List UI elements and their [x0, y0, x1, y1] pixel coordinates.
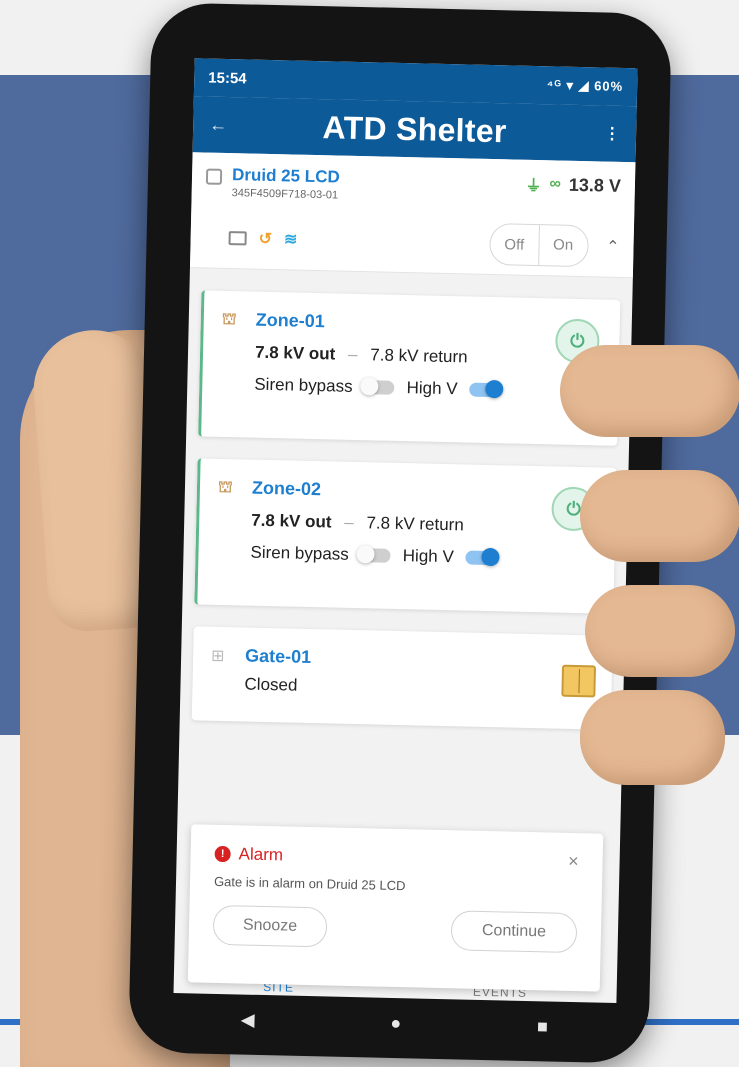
hand-finger — [580, 690, 725, 785]
gate-status: Closed — [244, 674, 298, 695]
siren-bypass-toggle[interactable] — [364, 380, 395, 395]
history-icon: ↺ — [258, 230, 273, 249]
high-voltage-label: High V — [406, 378, 458, 399]
hand-finger — [560, 345, 739, 437]
hand-finger — [580, 470, 739, 562]
fence-icon: ⛫ — [217, 478, 233, 496]
device-serial: 345F4509F718-03-01 — [231, 187, 339, 202]
fence-icon: ⛫ — [221, 310, 237, 328]
on-button[interactable]: On — [537, 224, 588, 268]
gate-closed-icon — [561, 664, 597, 698]
device-voltage: 13.8 V — [568, 174, 622, 196]
gate-outline-icon: ⊞ — [210, 647, 225, 665]
app-title: ATD Shelter — [322, 108, 508, 149]
high-voltage-toggle[interactable] — [469, 382, 500, 398]
off-button[interactable]: Off — [490, 235, 538, 253]
app-bar: ← ATD Shelter ⋮ — [192, 96, 637, 163]
status-icons: ⁴ᴳ ▾ ◢ 60% — [546, 77, 624, 94]
high-voltage-toggle[interactable] — [465, 550, 496, 566]
zone-list: ⛫ Zone-01 ⏻ 7.8 kV out – 7.8 kV return S… — [180, 268, 633, 730]
alarm-message: Gate is in alarm on Druid 25 LCD — [213, 873, 406, 894]
device-panel: Druid 25 LCD 345F4509F718-03-01 ⏚ ∞ 13.8… — [189, 152, 636, 279]
more-menu-icon[interactable]: ⋮ — [600, 123, 620, 143]
chevron-up-icon[interactable]: ⌃ — [606, 237, 620, 257]
plug-icon: ⏚ — [525, 177, 542, 196]
siren-bypass-label: Siren bypass — [250, 542, 349, 564]
zone-name[interactable]: Zone-02 — [252, 478, 321, 501]
controller-chip-icon — [205, 168, 223, 185]
hand-finger — [585, 585, 735, 677]
nav-home-icon[interactable]: ● — [390, 1012, 401, 1033]
wifi-icon: ≋ — [283, 231, 298, 249]
voltage-separator: – — [347, 344, 358, 364]
power-segmented-control[interactable]: Off On — [488, 222, 589, 268]
zone-name[interactable]: Zone-01 — [256, 310, 325, 333]
android-nav-bar: ◀ ● ■ — [172, 993, 616, 1053]
monitor-icon — [228, 231, 247, 246]
gate-card[interactable]: ⊞ Gate-01 Closed — [191, 626, 613, 730]
nav-recents-icon[interactable]: ■ — [537, 1016, 548, 1037]
zone-card[interactable]: ⛫ Zone-01 ⏻ 7.8 kV out – 7.8 kV return S… — [198, 290, 621, 446]
gate-name[interactable]: Gate-01 — [245, 646, 311, 668]
continue-button[interactable]: Continue — [450, 910, 578, 954]
nav-back-icon[interactable]: ◀ — [241, 1009, 255, 1030]
alert-icon: ! — [214, 845, 231, 862]
status-time: 15:54 — [208, 69, 247, 87]
high-voltage-label: High V — [402, 546, 455, 567]
link-icon: ∞ — [549, 175, 562, 193]
zone-return-voltage: 7.8 kV return — [370, 345, 468, 367]
zone-output-voltage: 7.8 kV out — [251, 510, 332, 532]
alarm-title: Alarm — [238, 843, 284, 864]
zone-output-voltage: 7.8 kV out — [254, 342, 336, 364]
phone-screen: 15:54 ⁴ᴳ ▾ ◢ 60% ← ATD Shelter ⋮ Druid 2… — [173, 58, 638, 1004]
alarm-snackbar: ! Alarm × Gate is in alarm on Druid 25 L… — [187, 824, 604, 992]
zone-card[interactable]: ⛫ Zone-02 ⏻ 7.8 kV out – 7.8 kV return S… — [194, 458, 617, 614]
snooze-button[interactable]: Snooze — [212, 904, 328, 948]
zone-return-voltage: 7.8 kV return — [366, 513, 464, 535]
back-arrow-icon[interactable]: ← — [209, 114, 229, 135]
siren-bypass-label: Siren bypass — [254, 374, 353, 396]
voltage-separator: – — [344, 512, 354, 532]
close-icon[interactable]: × — [568, 851, 579, 872]
device-name[interactable]: Druid 25 LCD — [232, 165, 340, 187]
siren-bypass-toggle[interactable] — [360, 548, 391, 563]
